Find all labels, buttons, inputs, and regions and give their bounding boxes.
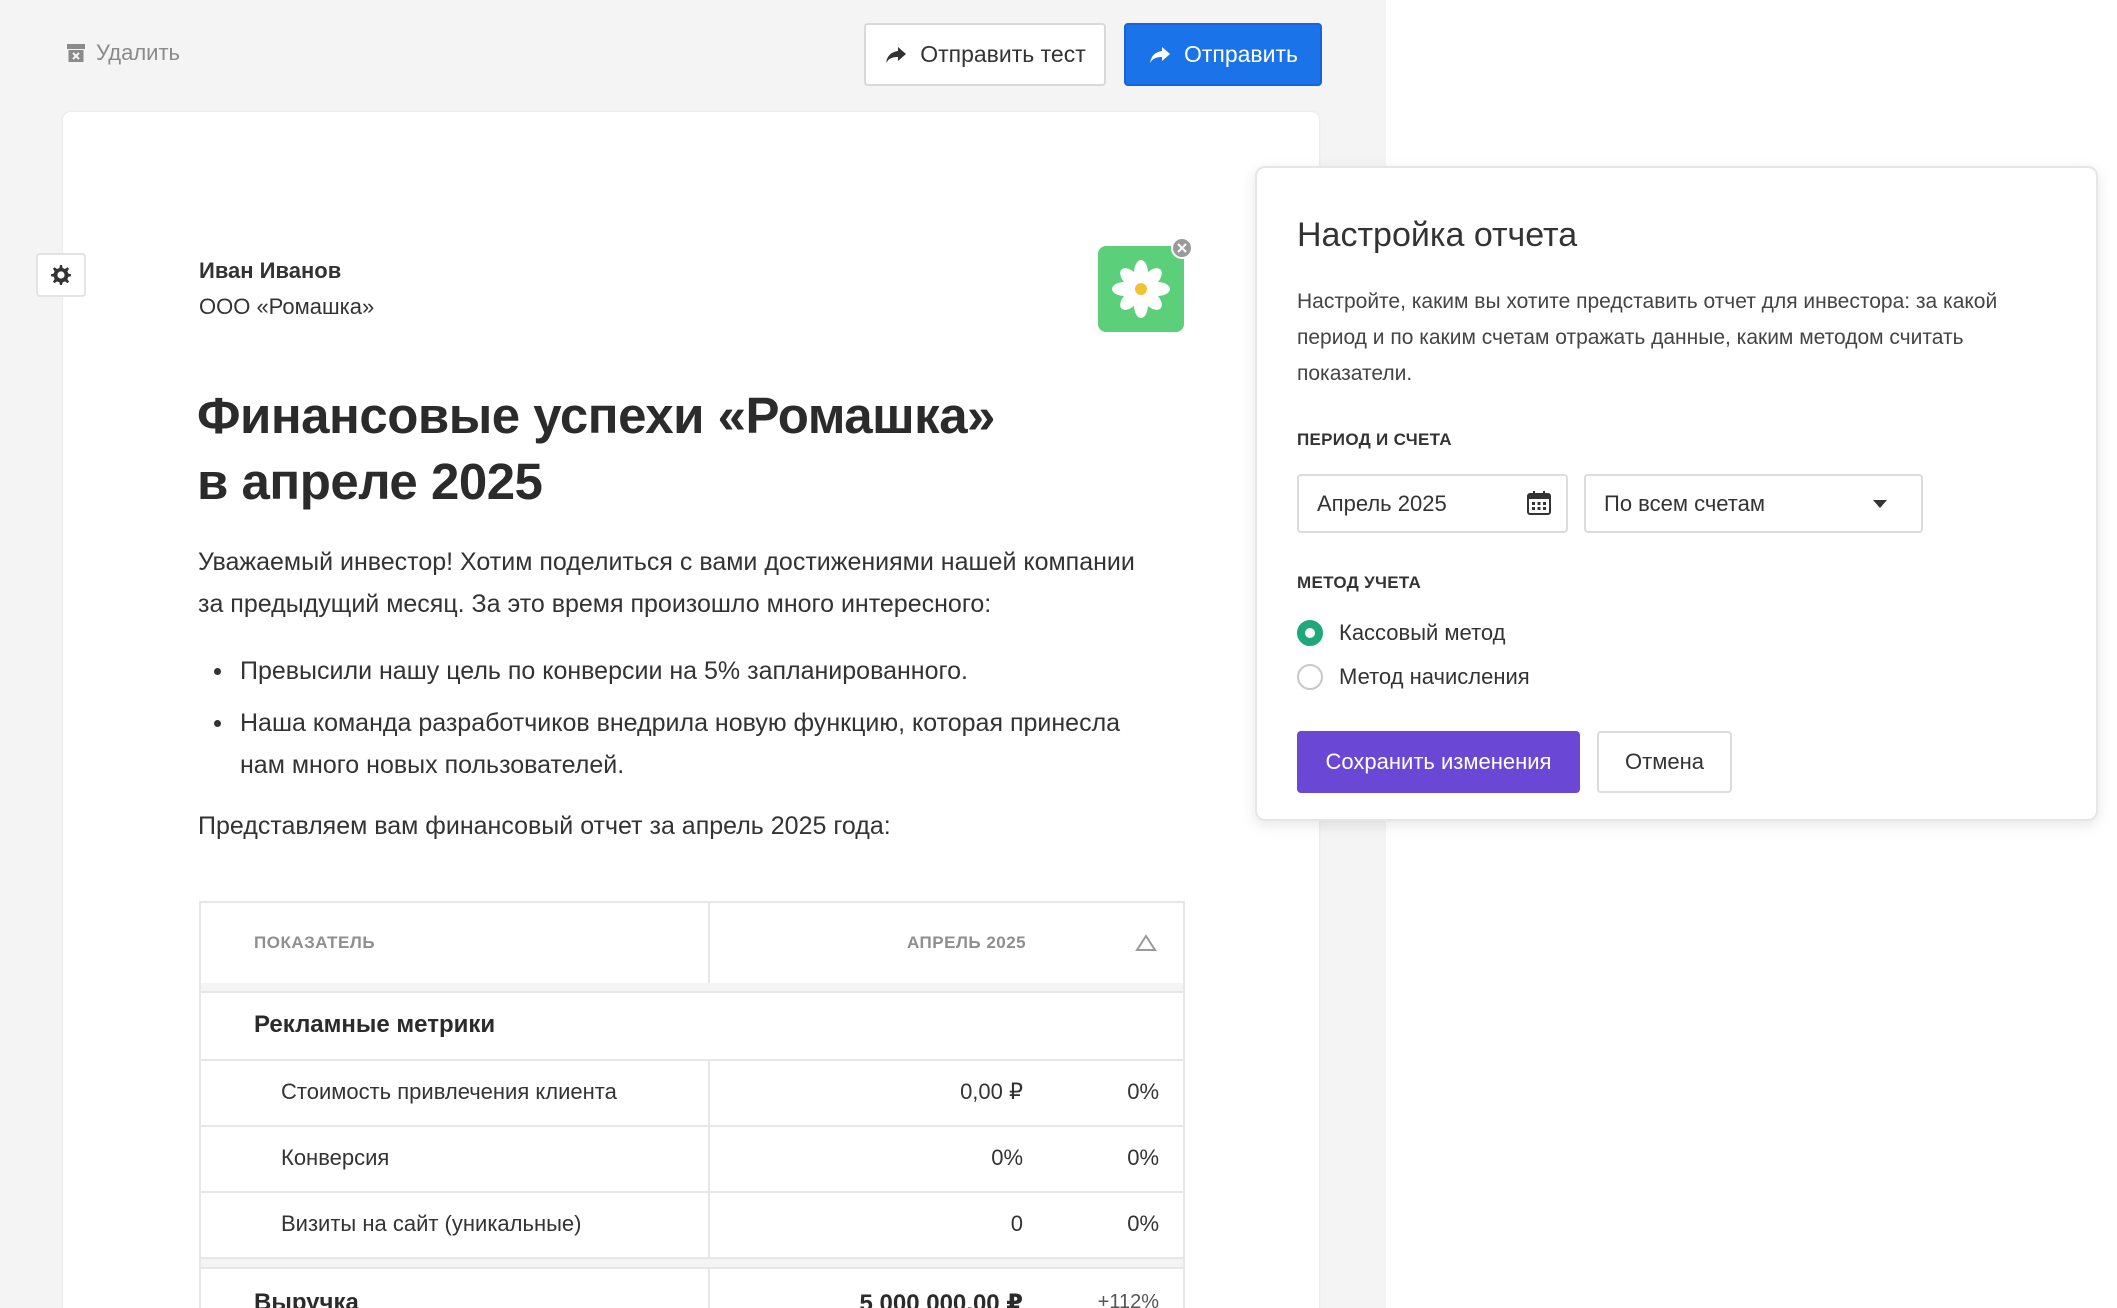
total-value: 5 000 000,00 ₽ xyxy=(859,1290,1024,1308)
share-arrow-icon xyxy=(886,46,907,63)
triangle-icon[interactable] xyxy=(1134,933,1158,953)
list-item: Наша команда разработчиков внедрила нову… xyxy=(198,702,1198,786)
chevron-down-icon xyxy=(1873,500,1887,508)
send-button[interactable]: Отправить xyxy=(1124,23,1322,86)
table-row: Стоимость привлечения клиента 0,00 ₽ 0% xyxy=(201,1061,1183,1127)
block-settings-button[interactable] xyxy=(36,253,86,297)
radio-selected-icon[interactable] xyxy=(1297,620,1323,646)
period-section-label: ПЕРИОД И СЧЕТА xyxy=(1297,430,1452,449)
send-test-label: Отправить тест xyxy=(920,41,1086,67)
headline-line: Финансовые успехи «Ромашка» xyxy=(197,387,995,444)
group-label: Рекламные метрики xyxy=(254,1011,496,1038)
table-header: ПОКАЗАТЕЛЬ АПРЕЛЬ 2025 xyxy=(201,903,1183,985)
close-icon xyxy=(1177,243,1187,253)
table-group-row: Рекламные метрики xyxy=(201,993,1183,1061)
save-changes-button[interactable]: Сохранить изменения xyxy=(1297,731,1580,793)
company-logo[interactable] xyxy=(1098,246,1184,332)
list-item-line: Превысили нашу цель по конверсии на 5% з… xyxy=(240,657,968,685)
calendar-icon[interactable] xyxy=(1526,490,1552,516)
row-value: 0,00 ₽ xyxy=(960,1079,1023,1104)
gear-icon xyxy=(51,265,71,285)
column-header-period: АПРЕЛЬ 2025 xyxy=(907,933,1027,952)
cancel-button[interactable]: Отмена xyxy=(1597,731,1732,793)
table-row: Визиты на сайт (уникальные) 0 0% xyxy=(201,1193,1183,1259)
description-line: показатели. xyxy=(1297,362,1413,385)
row-change: 0% xyxy=(1127,1211,1159,1236)
sender-company: ООО «Ромашка» xyxy=(199,294,375,319)
column-divider xyxy=(708,903,710,983)
archive-icon xyxy=(67,44,85,62)
email-headline: Финансовые успехи «Ромашка» в апреле 202… xyxy=(197,383,1097,515)
accounts-select[interactable]: По всем счетам xyxy=(1584,474,1923,533)
table-spacer xyxy=(201,983,1183,993)
report-settings-popup: Настройка отчета Настройте, каким вы хот… xyxy=(1255,166,2098,821)
share-arrow-icon xyxy=(1149,46,1170,63)
description-line: период и по каким счетам отражать данные… xyxy=(1297,326,1964,349)
accounts-value: По всем счетам xyxy=(1604,491,1765,516)
radio-cash-method[interactable]: Кассовый метод xyxy=(1297,620,1505,646)
total-change: +112% xyxy=(1097,1291,1159,1308)
chamomile-flower-icon xyxy=(1112,260,1170,318)
radio-label: Метод начисления xyxy=(1339,664,1530,689)
intro-paragraph: Уважаемый инвестор! Хотим поделиться с в… xyxy=(198,541,1178,625)
remove-logo-button[interactable] xyxy=(1171,237,1193,259)
send-label: Отправить xyxy=(1183,41,1299,67)
report-table: ПОКАЗАТЕЛЬ АПРЕЛЬ 2025 Рекламные метрики… xyxy=(199,901,1185,1308)
intro-line: Уважаемый инвестор! Хотим поделиться с в… xyxy=(198,548,1135,576)
achievements-list: Превысили нашу цель по конверсии на 5% з… xyxy=(198,650,1198,796)
list-item: Превысили нашу цель по конверсии на 5% з… xyxy=(198,650,1198,692)
row-label: Визиты на сайт (уникальные) xyxy=(281,1211,582,1236)
row-value: 0 xyxy=(1010,1211,1023,1236)
table-total-row: Выручка 5 000 000,00 ₽ +112% xyxy=(201,1269,1183,1308)
list-item-line: Наша команда разработчиков внедрила нову… xyxy=(240,709,1121,737)
canvas: Удалить Отправить тест Отправить Иван Ив… xyxy=(0,0,2117,1308)
method-section-label: МЕТОД УЧЕТА xyxy=(1297,573,1422,592)
popup-title: Настройка отчета xyxy=(1297,216,1578,254)
popup-description: Настройте, каким вы хотите представить о… xyxy=(1297,284,2077,392)
period-value: Апрель 2025 xyxy=(1317,491,1447,516)
column-divider xyxy=(708,1061,710,1259)
period-date-picker[interactable]: Апрель 2025 xyxy=(1297,474,1568,533)
row-label: Конверсия xyxy=(281,1145,390,1170)
radio-label: Кассовый метод xyxy=(1339,620,1506,645)
row-value: 0% xyxy=(991,1145,1023,1170)
delete-button[interactable]: Удалить xyxy=(66,40,180,66)
description-line: Настройте, каким вы хотите представить о… xyxy=(1297,290,1998,313)
delete-label: Удалить xyxy=(96,40,180,65)
row-label: Стоимость привлечения клиента xyxy=(281,1079,617,1104)
send-test-button[interactable]: Отправить тест xyxy=(864,23,1106,86)
report-intro: Представляем вам финансовый отчет за апр… xyxy=(198,812,891,840)
table-spacer xyxy=(201,1259,1183,1269)
table-row: Конверсия 0% 0% xyxy=(201,1127,1183,1193)
sender-name: Иван Иванов xyxy=(199,258,342,283)
column-header-metric: ПОКАЗАТЕЛЬ xyxy=(254,933,376,952)
total-label: Выручка xyxy=(254,1289,359,1308)
row-change: 0% xyxy=(1127,1145,1159,1170)
row-change: 0% xyxy=(1127,1079,1159,1104)
headline-line: в апреле 2025 xyxy=(197,453,543,510)
list-item-line: нам много новых пользователей. xyxy=(240,751,625,779)
intro-line: за предыдущий месяц. За это время произо… xyxy=(198,590,992,618)
column-divider xyxy=(708,1269,710,1308)
radio-accrual-method[interactable]: Метод начисления xyxy=(1297,664,1530,690)
radio-unselected-icon[interactable] xyxy=(1297,664,1323,690)
